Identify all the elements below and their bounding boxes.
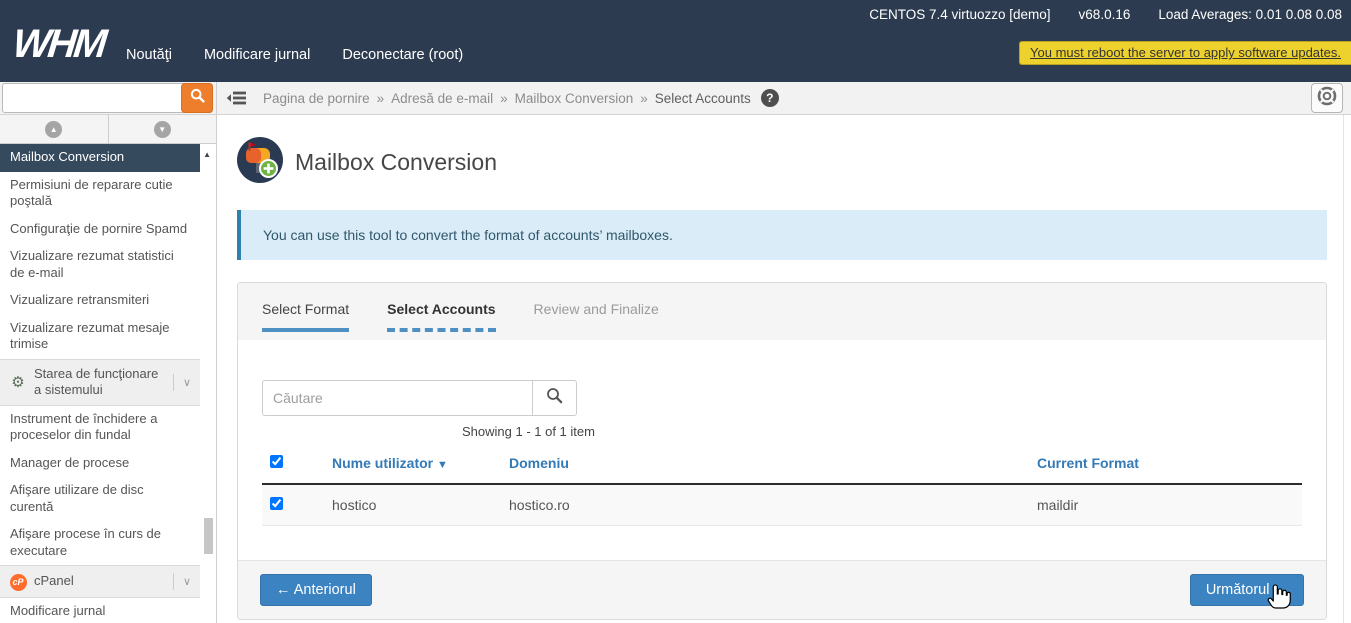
content-scrollbar-track[interactable]: [1343, 115, 1344, 623]
search-icon: [190, 88, 205, 108]
sidebar-item-spamd-config[interactable]: Configuraţie de pornire Spamd: [0, 216, 200, 244]
cell-domain: hostico.ro: [501, 484, 1029, 526]
pagination-status: Showing 1 - 1 of 1 item: [462, 424, 1302, 439]
system-info: CENTOS 7.4 virtuozzo [demo] v68.0.16 Loa…: [869, 7, 1342, 22]
whm-logo[interactable]: WHM: [11, 22, 107, 67]
table-row: hostico hostico.ro maildir: [262, 484, 1302, 526]
row-select-checkbox[interactable]: [270, 497, 283, 510]
collapse-sidebar-icon[interactable]: [226, 90, 247, 106]
sidebar-item-sent-summary[interactable]: Vizualizare rezumat mesaje trimise: [0, 315, 200, 359]
search-icon: [546, 387, 563, 409]
chevron-down-icon[interactable]: ∨: [173, 374, 200, 391]
sidebar-item-running-processes[interactable]: Afişare procese în curs de executare: [0, 521, 200, 565]
column-header-domain[interactable]: Domeniu: [509, 455, 569, 471]
system-os: CENTOS 7.4 virtuozzo [demo]: [869, 7, 1050, 22]
sidebar-search-area: [0, 82, 217, 114]
sidebar-item-kill-background-processes[interactable]: Instrument de închidere a proceselor din…: [0, 406, 200, 450]
sidebar-item-mail-statistics[interactable]: Vizualizare rezumat statistici de e-mail: [0, 243, 200, 287]
wizard-card: Select Format Select Accounts Review and…: [237, 282, 1327, 620]
accounts-table: Nume utilizator ▼ Domeniu Current Format…: [262, 447, 1302, 526]
breadcrumb-separator: »: [377, 91, 385, 106]
scrollbar-up-icon[interactable]: ▲: [203, 150, 211, 159]
system-load: Load Averages: 0.01 0.08 0.08: [1158, 7, 1342, 22]
help-icon[interactable]: ?: [761, 89, 779, 107]
sort-desc-icon: ▼: [437, 459, 448, 471]
chevron-down-icon[interactable]: ∨: [173, 573, 200, 590]
sidebar-item-mailbox-permissions[interactable]: Permisiuni de reparare cutie poştală: [0, 172, 200, 216]
breadcrumb: Pagina de pornire » Adresă de e-mail » M…: [263, 89, 779, 107]
page-title: Mailbox Conversion: [295, 149, 497, 176]
page-header: Mailbox Conversion: [237, 137, 1351, 188]
cell-current-format: maildir: [1029, 484, 1302, 526]
cpanel-icon: cP: [8, 572, 28, 591]
top-header-bar: CENTOS 7.4 virtuozzo [demo] v68.0.16 Loa…: [0, 0, 1351, 82]
sidebar-scroll-down-button[interactable]: ▼: [109, 115, 217, 143]
main-content: Mailbox Conversion You can use this tool…: [217, 115, 1351, 623]
sidebar-item-view-relayers[interactable]: Vizualizare retransmiteri: [0, 287, 200, 315]
support-button[interactable]: [1311, 83, 1343, 113]
sidebar-menu: Mailbox Conversion Permisiuni de reparar…: [0, 144, 216, 623]
sidebar-section-system-health[interactable]: ⚙ Starea de funcţionare a sistemului ∨: [0, 359, 200, 406]
tab-review-finalize[interactable]: Review and Finalize: [534, 301, 659, 332]
next-button[interactable]: Următorul →: [1190, 574, 1304, 606]
breadcrumb-area: Pagina de pornire » Adresă de e-mail » M…: [217, 82, 1351, 114]
system-version: v68.0.16: [1079, 7, 1131, 22]
breadcrumb-email[interactable]: Adresă de e-mail: [391, 91, 493, 106]
breadcrumb-mailbox-conversion[interactable]: Mailbox Conversion: [515, 91, 634, 106]
sidebar-item-process-manager[interactable]: Manager de procese: [0, 450, 200, 478]
column-header-username[interactable]: Nume utilizator ▼: [332, 455, 448, 471]
info-message: You can use this tool to convert the for…: [263, 227, 673, 243]
breadcrumb-current: Select Accounts: [655, 91, 751, 106]
up-arrow-icon: ▲: [45, 121, 62, 138]
wizard-footer: ← Anteriorul Următorul →: [238, 560, 1326, 619]
sidebar-item-mailbox-conversion[interactable]: Mailbox Conversion: [0, 144, 200, 172]
sidebar-item-disk-usage[interactable]: Afişare utilizare de disc curentă: [0, 477, 200, 521]
down-arrow-icon: ▼: [154, 121, 171, 138]
cell-username: hostico: [324, 484, 501, 526]
select-all-checkbox[interactable]: [270, 455, 283, 468]
column-header-current-format[interactable]: Current Format: [1037, 455, 1139, 471]
breadcrumb-home[interactable]: Pagina de pornire: [263, 91, 370, 106]
table-search-input[interactable]: [262, 380, 533, 416]
nav-logout[interactable]: Deconectare (root): [342, 47, 463, 63]
sidebar-section-cpanel[interactable]: cP cPanel ∨: [0, 565, 200, 598]
mailbox-conversion-icon: [237, 137, 283, 188]
breadcrumb-separator: »: [640, 91, 648, 106]
table-header-row: Nume utilizator ▼ Domeniu Current Format: [262, 447, 1302, 484]
previous-button[interactable]: ← Anteriorul: [260, 574, 372, 606]
gear-icon: ⚙: [8, 373, 28, 391]
breadcrumb-bar: Pagina de pornire » Adresă de e-mail » M…: [0, 82, 1351, 115]
tab-select-format[interactable]: Select Format: [262, 301, 349, 332]
nav-change-log[interactable]: Modificare jurnal: [204, 47, 310, 63]
top-navigation: Noutăţi Modificare jurnal Deconectare (r…: [126, 47, 463, 63]
wizard-body: Showing 1 - 1 of 1 item Nume utilizator …: [238, 340, 1326, 560]
sidebar-scrollbar-thumb[interactable]: [204, 518, 213, 554]
life-ring-icon: [1316, 85, 1338, 112]
table-search-row: [262, 380, 1302, 416]
sidebar-search-button[interactable]: [181, 83, 213, 113]
sidebar-pager: ▲ ▼: [0, 115, 216, 144]
sidebar: ▲ ▼ Mailbox Conversion Permisiuni de rep…: [0, 115, 217, 623]
tab-select-accounts[interactable]: Select Accounts: [387, 301, 495, 332]
sidebar-scroll-up-button[interactable]: ▲: [0, 115, 109, 143]
info-callout: You can use this tool to convert the for…: [237, 210, 1327, 260]
reboot-warning-link[interactable]: You must reboot the server to apply soft…: [1019, 41, 1351, 65]
nav-news[interactable]: Noutăţi: [126, 47, 172, 63]
table-search-button[interactable]: [532, 380, 577, 416]
wizard-tabs: Select Format Select Accounts Review and…: [238, 283, 1326, 340]
breadcrumb-separator: »: [500, 91, 508, 106]
sidebar-item-change-log[interactable]: Modificare jurnal: [0, 598, 200, 623]
